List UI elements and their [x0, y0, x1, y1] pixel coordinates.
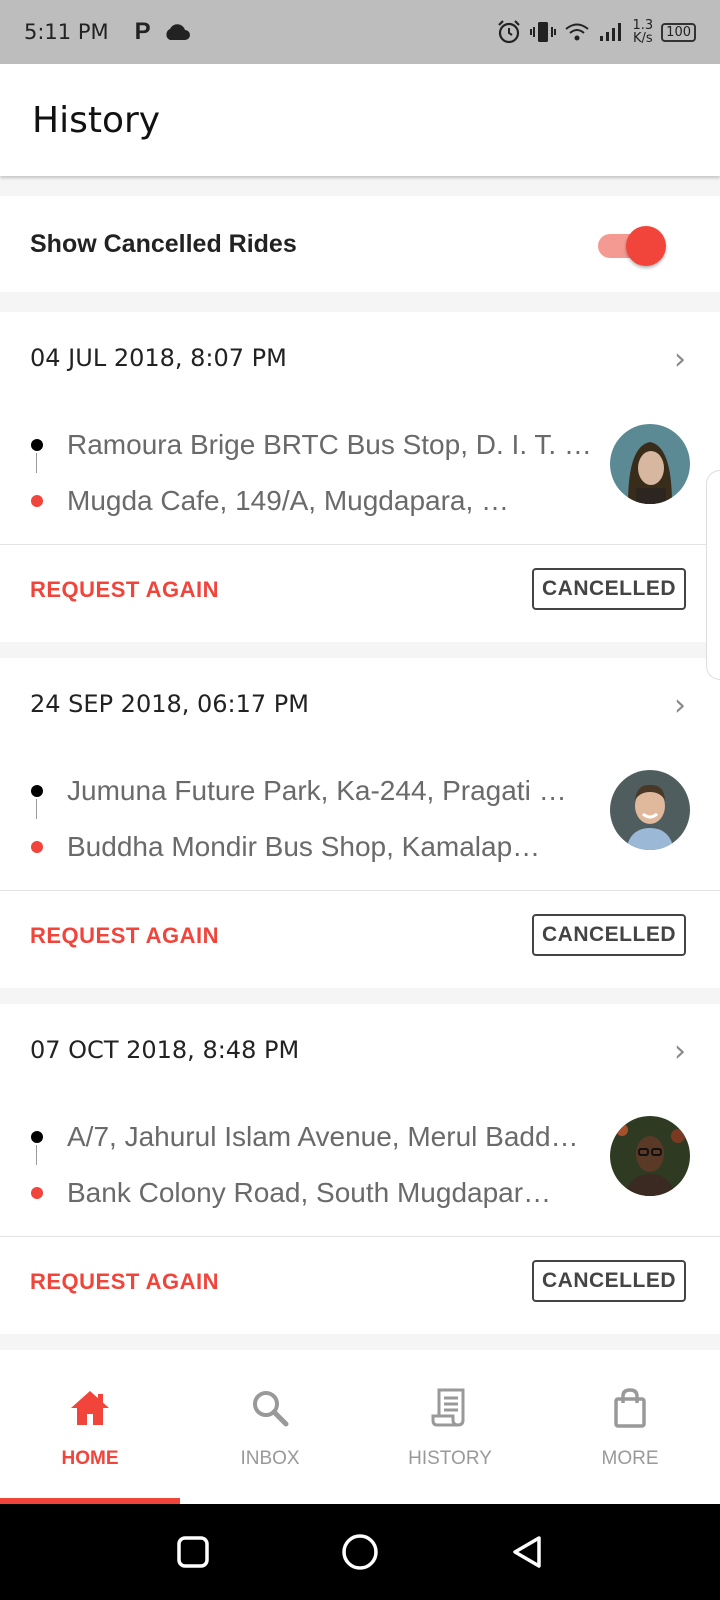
dropoff-address: Bank Colony Road, South Mugdapar… [67, 1177, 552, 1208]
show-cancelled-label: Show Cancelled Rides [30, 229, 297, 258]
search-icon [253, 1391, 289, 1427]
status-bar: 5:11 PM P 1.3 K/s 100 [0, 0, 720, 64]
cloud-icon [166, 24, 190, 40]
route-connector [36, 1145, 37, 1165]
pickup-dot-icon [31, 785, 43, 797]
chevron-right-icon[interactable]: › [674, 1034, 686, 1069]
ride-date: 24 SEP 2018, 06:17 PM [30, 690, 309, 718]
driver-avatar [610, 770, 690, 850]
pickup-dot-icon [31, 1131, 43, 1143]
dropoff-stop: Mugda Cafe, 149/A, Mugdapara, … [30, 473, 610, 529]
pickup-stop: Ramoura Brige BRTC Bus Stop, D. I. T. … [30, 417, 610, 473]
parking-icon: P [134, 18, 151, 45]
ride-route: Jumuna Future Park, Ka-244, Pragati … Bu… [30, 763, 610, 875]
nav-more-label: MORE [601, 1448, 659, 1469]
card-divider [0, 890, 720, 891]
show-cancelled-row: Show Cancelled Rides [0, 196, 720, 292]
home-icon [71, 1391, 109, 1425]
alarm-icon [498, 20, 521, 44]
toggle-thumb [626, 226, 666, 266]
status-badge: CANCELLED [532, 1260, 686, 1302]
dropoff-dot-icon [31, 1187, 43, 1199]
page-title: History [32, 99, 161, 141]
chevron-right-icon[interactable]: › [674, 342, 686, 377]
show-cancelled-toggle[interactable] [598, 224, 666, 266]
ride-date: 04 JUL 2018, 8:07 PM [30, 344, 287, 372]
driver-avatar [610, 424, 690, 504]
chevron-right-icon[interactable]: › [674, 688, 686, 723]
nav-inbox-label: INBOX [240, 1448, 300, 1469]
nav-home[interactable]: HOME [0, 1350, 180, 1504]
edge-panel-handle[interactable] [706, 470, 720, 680]
pickup-dot-icon [31, 439, 43, 451]
ride-route: A/7, Jahurul Islam Avenue, Merul Badd… B… [30, 1109, 610, 1221]
back-icon[interactable] [509, 1534, 545, 1570]
vibrate-icon [530, 22, 557, 42]
ride-route: Ramoura Brige BRTC Bus Stop, D. I. T. … … [30, 417, 610, 529]
pickup-stop: Jumuna Future Park, Ka-244, Pragati … [30, 763, 610, 819]
status-badge: CANCELLED [532, 914, 686, 956]
nav-inbox[interactable]: INBOX [180, 1350, 360, 1504]
dropoff-stop: Bank Colony Road, South Mugdapar… [30, 1165, 610, 1221]
pickup-address: Jumuna Future Park, Ka-244, Pragati … [67, 775, 567, 806]
card-divider [0, 1236, 720, 1237]
ride-date: 07 OCT 2018, 8:48 PM [30, 1036, 300, 1064]
receipt-icon [431, 1388, 465, 1427]
pickup-stop: A/7, Jahurul Islam Avenue, Merul Badd… [30, 1109, 610, 1165]
network-speed: 1.3 K/s [632, 18, 654, 46]
dropoff-dot-icon [31, 841, 43, 853]
card-divider [0, 544, 720, 545]
route-connector [36, 799, 37, 819]
system-navigation-bar [0, 1504, 720, 1600]
battery-indicator: 100 [661, 22, 696, 42]
dropoff-address: Buddha Mondir Bus Shop, Kamalap… [67, 831, 541, 862]
wifi-icon [565, 23, 590, 41]
dropoff-dot-icon [31, 495, 43, 507]
ride-card: 04 JUL 2018, 8:07 PM › Ramoura Brige BRT… [0, 312, 720, 642]
dropoff-stop: Buddha Mondir Bus Shop, Kamalap… [30, 819, 610, 875]
home-button-icon[interactable] [340, 1532, 380, 1572]
status-badge: CANCELLED [532, 568, 686, 610]
request-again-button[interactable]: REQUEST AGAIN [30, 577, 219, 603]
pickup-address: A/7, Jahurul Islam Avenue, Merul Badd… [67, 1121, 579, 1152]
nav-home-label: HOME [61, 1448, 119, 1469]
dropoff-address: Mugda Cafe, 149/A, Mugdapara, … [67, 485, 510, 516]
ride-card: 07 OCT 2018, 8:48 PM › A/7, Jahurul Isla… [0, 1004, 720, 1334]
nav-history[interactable]: HISTORY [360, 1350, 540, 1504]
recents-icon[interactable] [175, 1534, 211, 1570]
nav-more[interactable]: MORE [540, 1350, 720, 1504]
signal-icon [600, 23, 622, 41]
request-again-button[interactable]: REQUEST AGAIN [30, 923, 219, 949]
bottom-navigation: HOME INBOX HISTORY MORE [0, 1350, 720, 1504]
status-time: 5:11 PM [24, 20, 109, 44]
app-bar: History [0, 64, 720, 176]
pickup-address: Ramoura Brige BRTC Bus Stop, D. I. T. … [67, 429, 592, 460]
driver-avatar [610, 1116, 690, 1196]
bag-icon [614, 1388, 646, 1428]
nav-history-label: HISTORY [408, 1448, 492, 1469]
request-again-button[interactable]: REQUEST AGAIN [30, 1269, 219, 1295]
ride-card: 24 SEP 2018, 06:17 PM › Jumuna Future Pa… [0, 658, 720, 988]
route-connector [36, 453, 37, 473]
